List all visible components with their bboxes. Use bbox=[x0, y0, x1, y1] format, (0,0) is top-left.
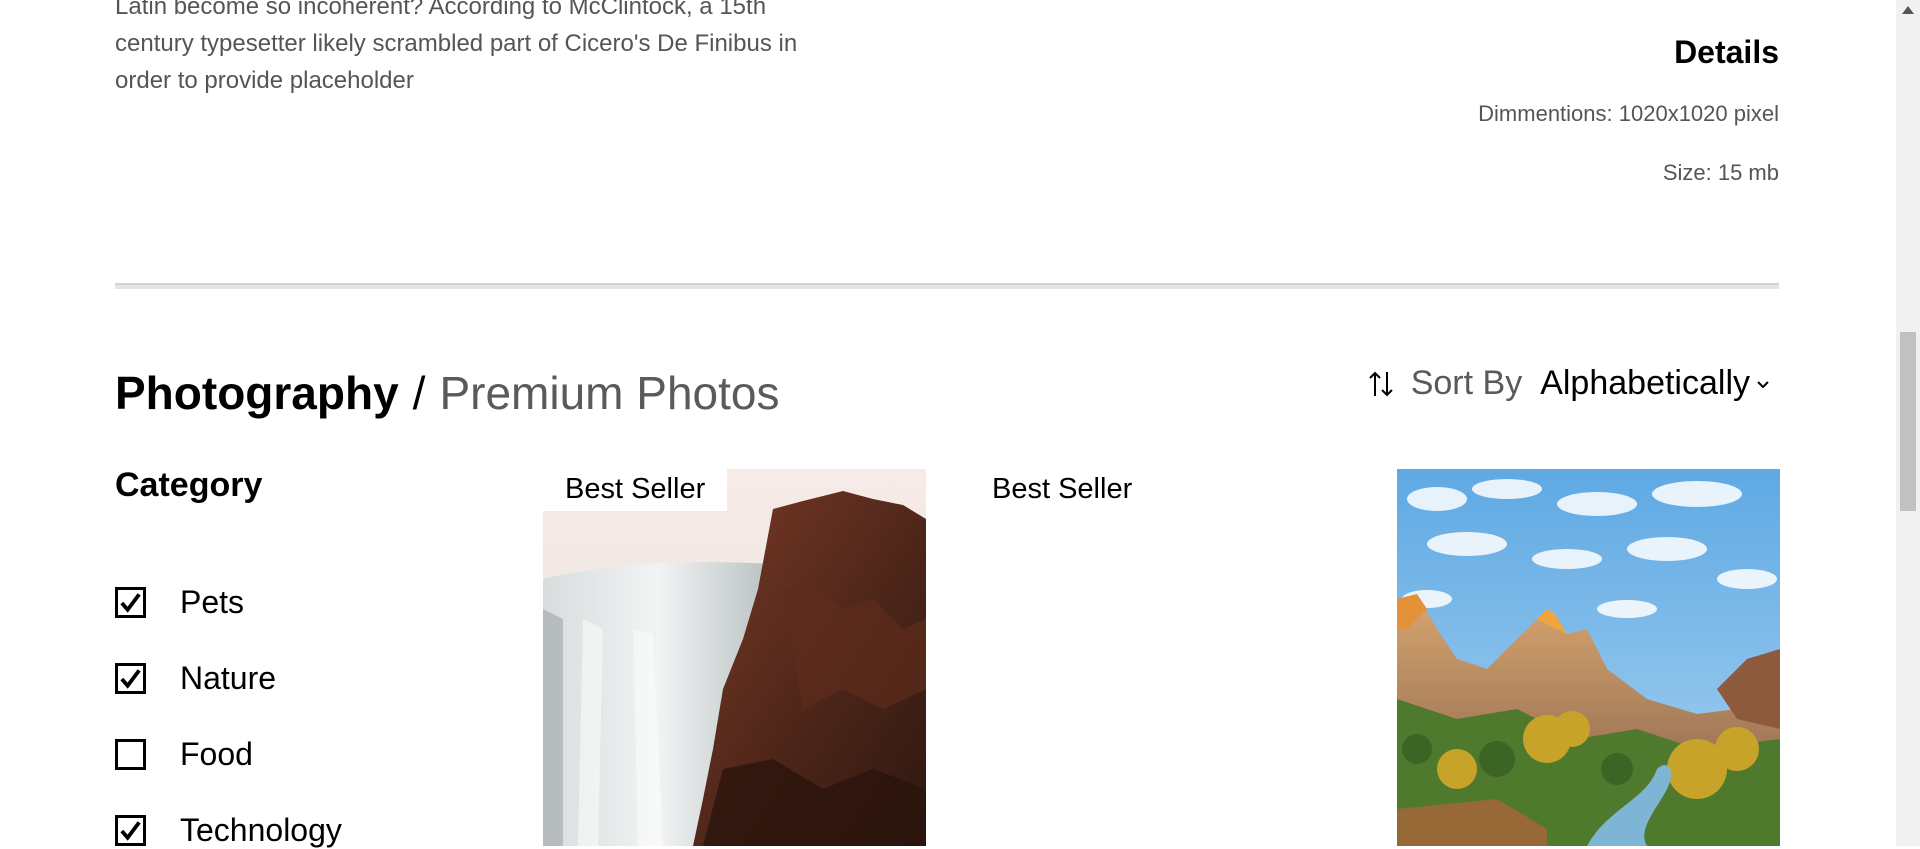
chevron-down-icon[interactable] bbox=[1756, 377, 1770, 391]
description-line: century typesetter likely scrambled part… bbox=[115, 30, 798, 57]
best-seller-badge: Best Seller bbox=[970, 469, 1155, 511]
breadcrumb-sub: Premium Photos bbox=[439, 367, 780, 419]
best-seller-badge: Best Seller bbox=[543, 469, 728, 511]
sort-label: Sort By bbox=[1410, 364, 1523, 402]
vertical-scrollbar[interactable] bbox=[1896, 0, 1920, 846]
sort-dropdown[interactable]: Alphabetically bbox=[1540, 364, 1750, 403]
scrollbar-thumb[interactable] bbox=[1900, 332, 1916, 511]
blank-photo[interactable] bbox=[970, 469, 1353, 846]
category-label: Nature bbox=[180, 660, 277, 696]
food-checkbox[interactable] bbox=[115, 739, 146, 770]
product-card[interactable]: Best Seller bbox=[970, 469, 1353, 846]
category-title: Category bbox=[115, 466, 263, 504]
technology-checkbox[interactable] bbox=[115, 815, 146, 846]
product-description: Latin become so incoherent? According to… bbox=[115, 0, 885, 99]
scroll-up-arrow-icon[interactable] bbox=[1902, 6, 1914, 14]
description-line: Latin become so incoherent? According to… bbox=[115, 0, 767, 20]
product-card[interactable]: Best Seller bbox=[543, 469, 926, 846]
page: Latin become so incoherent? According to… bbox=[0, 0, 1896, 849]
breadcrumb-separator: / bbox=[412, 367, 426, 419]
check-icon bbox=[120, 820, 141, 841]
category-label: Food bbox=[180, 736, 253, 772]
pets-checkbox[interactable] bbox=[115, 587, 146, 618]
section-divider bbox=[115, 283, 1779, 289]
product-card[interactable] bbox=[1397, 469, 1780, 846]
category-item-pets[interactable]: Pets bbox=[115, 584, 244, 621]
sort-arrows-icon bbox=[1369, 371, 1393, 396]
description-line: order to provide placeholder bbox=[115, 67, 414, 94]
details-title: Details bbox=[1674, 34, 1779, 70]
category-item-food[interactable]: Food bbox=[115, 736, 253, 773]
breadcrumb-main[interactable]: Photography bbox=[115, 367, 399, 419]
category-item-technology[interactable]: Technology bbox=[115, 812, 342, 849]
details-size: Size: 15 mb bbox=[1662, 160, 1779, 185]
waterfall-cliff-photo[interactable] bbox=[543, 469, 926, 846]
category-item-nature[interactable]: Nature bbox=[115, 660, 276, 697]
category-label: Pets bbox=[180, 584, 245, 620]
sort-control[interactable]: Sort By Alphabetically bbox=[1367, 364, 1770, 403]
check-icon bbox=[120, 592, 141, 613]
details-dimensions: Dimmentions: 1020x1020 pixel bbox=[1478, 101, 1779, 126]
nature-checkbox[interactable] bbox=[115, 663, 146, 694]
check-icon bbox=[120, 668, 141, 689]
category-label: Technology bbox=[180, 812, 342, 848]
canyon-river-photo[interactable] bbox=[1397, 469, 1780, 846]
page-title: Photography / Premium Photos bbox=[115, 366, 779, 420]
